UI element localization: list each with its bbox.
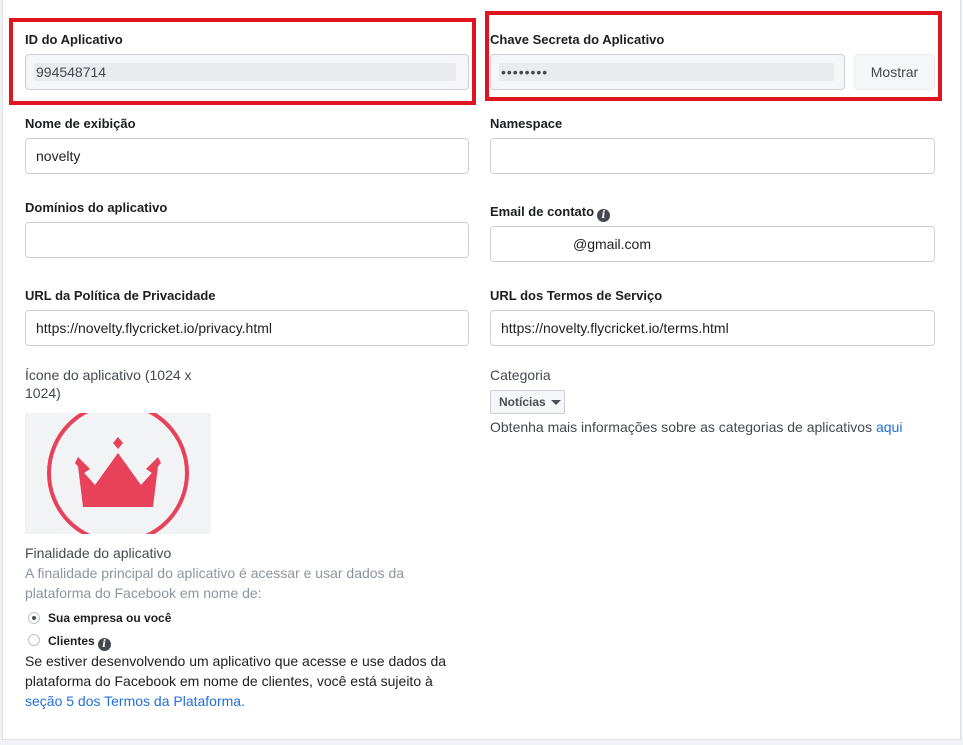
platform-terms-link[interactable]: seção 5 dos Termos da Plataforma.: [25, 693, 245, 709]
app-icon-label: Ícone do aplicativo (1024 x 1024): [25, 367, 192, 401]
radio-clients[interactable]: [28, 634, 40, 646]
purpose-label: Finalidade do aplicativo: [25, 545, 172, 561]
app-id-field[interactable]: 994548714: [25, 54, 469, 90]
purpose-note: Se estiver desenvolvendo um aplicativo q…: [25, 651, 450, 711]
app-icon-image[interactable]: [25, 413, 211, 534]
purpose-description: A finalidade principal do aplicativo é a…: [25, 565, 405, 601]
terms-url-label: URL dos Termos de Serviço: [490, 288, 663, 303]
display-name-input[interactable]: novelty: [25, 138, 469, 174]
terms-url-input[interactable]: https://novelty.flycricket.io/terms.html: [490, 310, 935, 346]
info-icon[interactable]: i: [597, 209, 611, 222]
radio-clients-label: Clientes i: [48, 634, 111, 651]
app-id-value: 994548714: [36, 64, 107, 80]
app-secret-field[interactable]: ••••••••: [490, 54, 845, 90]
contact-email-input[interactable]: @gmail.com: [490, 226, 935, 262]
display-name-label: Nome de exibição: [25, 116, 136, 131]
terms-url-value: https://novelty.flycricket.io/terms.html: [501, 320, 729, 336]
app-domains-label: Domínios do aplicativo: [25, 200, 168, 215]
contact-email-label-text: Email de contato: [490, 204, 595, 219]
app-id-label: ID do Aplicativo: [25, 32, 123, 47]
category-help: Obtenha mais informações sobre as catego…: [490, 417, 902, 437]
category-label: Categoria: [490, 367, 551, 383]
radio-own-business[interactable]: [28, 612, 40, 624]
app-secret-value: ••••••••: [501, 64, 549, 80]
privacy-url-label: URL da Política de Privacidade: [25, 288, 216, 303]
contact-email-value: @gmail.com: [573, 236, 652, 252]
radio-own-business-label[interactable]: Sua empresa ou você: [48, 611, 171, 625]
namespace-label: Namespace: [490, 116, 563, 131]
chevron-down-icon: [550, 399, 561, 405]
privacy-url-input[interactable]: https://novelty.flycricket.io/privacy.ht…: [25, 310, 469, 346]
app-secret-label: Chave Secreta do Aplicativo: [490, 32, 665, 47]
contact-email-label: Email de contato i: [490, 204, 611, 222]
category-help-text: Obtenha mais informações sobre as catego…: [490, 419, 873, 435]
crown-icon: [47, 413, 189, 534]
app-domains-input[interactable]: [25, 222, 469, 258]
show-secret-button[interactable]: Mostrar: [854, 54, 935, 90]
info-icon[interactable]: i: [97, 638, 111, 651]
privacy-url-value: https://novelty.flycricket.io/privacy.ht…: [36, 320, 272, 336]
display-name-value: novelty: [36, 148, 81, 164]
namespace-input[interactable]: [490, 138, 935, 174]
category-selected-value: Notícias: [499, 395, 546, 409]
radio-clients-label-text[interactable]: Clientes: [48, 634, 95, 648]
category-help-link[interactable]: aqui: [876, 419, 902, 435]
category-select[interactable]: Notícias: [490, 390, 565, 414]
purpose-note-text: Se estiver desenvolvendo um aplicativo q…: [25, 653, 447, 689]
app-secret-field-fill: [499, 63, 834, 81]
